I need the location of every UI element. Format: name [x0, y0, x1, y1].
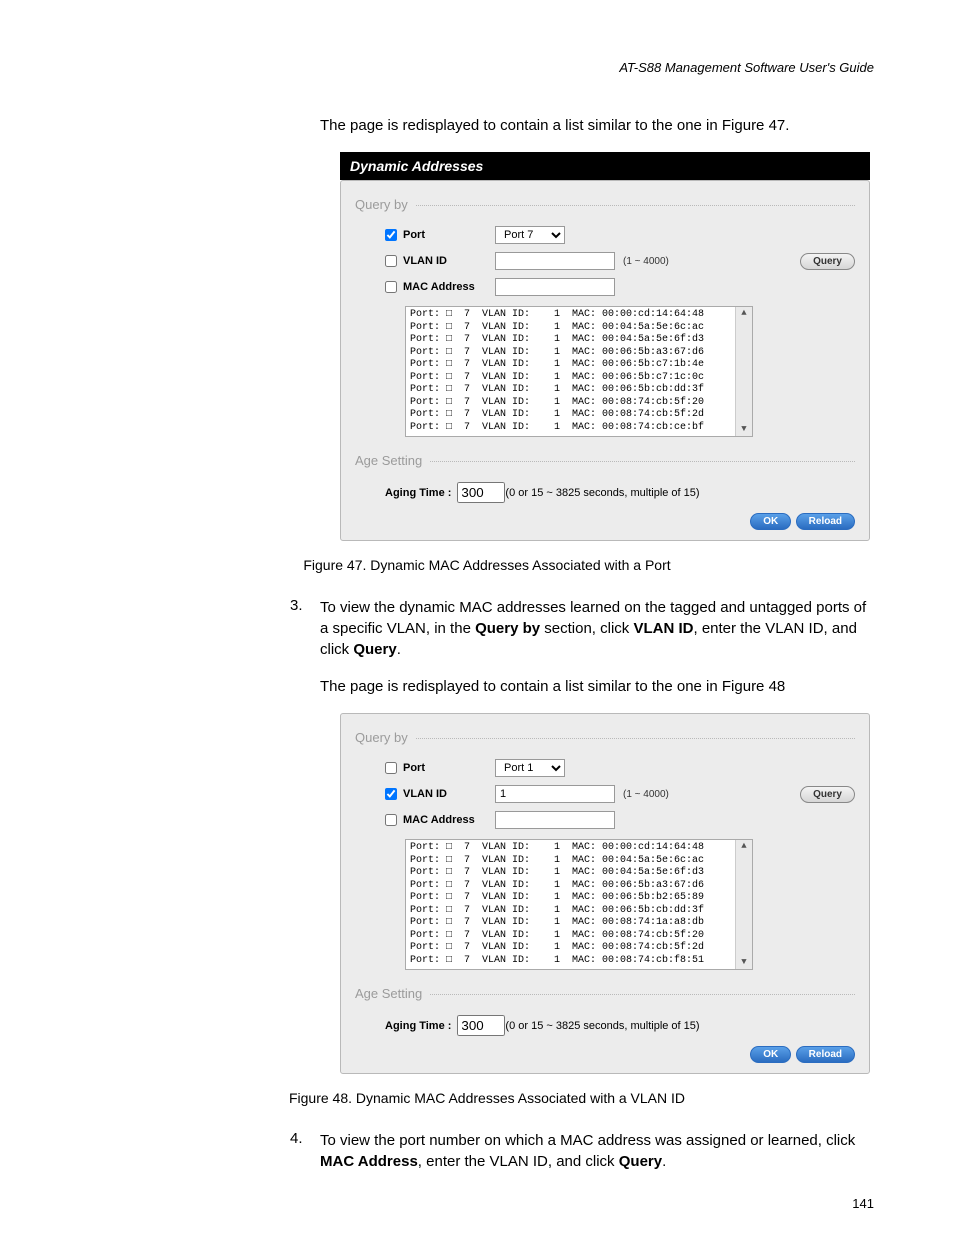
reload-button[interactable]: Reload [796, 1046, 855, 1063]
vlan-input[interactable] [495, 785, 615, 803]
scrollbar[interactable]: ▲ ▼ [735, 840, 752, 969]
document-header: AT-S88 Management Software User's Guide [100, 60, 874, 75]
vlan-label: VLAN ID [403, 255, 447, 267]
aging-range: (0 or 15 ~ 3825 seconds, multiple of 15) [505, 487, 699, 499]
figure-47-block: Dynamic Addresses Query by Port Port 7 V… [340, 152, 870, 541]
divider [430, 993, 855, 995]
step-4: 4. To view the port number on which a MA… [290, 1130, 874, 1172]
aging-time-input[interactable] [457, 1015, 505, 1036]
page-number: 141 [100, 1196, 874, 1211]
scroll-up-icon[interactable]: ▲ [741, 309, 746, 318]
mac-label: MAC Address [403, 281, 475, 293]
query-button[interactable]: Query [800, 253, 855, 270]
scroll-down-icon[interactable]: ▼ [741, 425, 746, 434]
vlan-label: VLAN ID [403, 788, 447, 800]
aging-time-input[interactable] [457, 482, 505, 503]
step-body: To view the port number on which a MAC a… [320, 1130, 874, 1172]
mac-address-list: Port: □ 7 VLAN ID: 1 MAC: 00:00:cd:14:64… [405, 306, 753, 437]
divider [416, 737, 855, 739]
port-checkbox[interactable] [385, 229, 397, 241]
port-label: Port [403, 762, 425, 774]
scroll-down-icon[interactable]: ▼ [741, 958, 746, 967]
mac-list-lines: Port: □ 7 VLAN ID: 1 MAC: 00:00:cd:14:64… [410, 309, 733, 434]
step-body: To view the dynamic MAC addresses learne… [320, 597, 874, 660]
ok-button[interactable]: OK [750, 513, 791, 530]
query-button[interactable]: Query [800, 786, 855, 803]
query-by-label: Query by [355, 197, 408, 212]
step-number: 4. [290, 1130, 320, 1172]
divider [430, 460, 855, 462]
intro-paragraph-1: The page is redisplayed to contain a lis… [320, 115, 874, 136]
port-select[interactable]: Port 1 [495, 759, 565, 777]
vlan-input[interactable] [495, 252, 615, 270]
query-by-label: Query by [355, 730, 408, 745]
reload-button[interactable]: Reload [796, 513, 855, 530]
mac-label: MAC Address [403, 814, 475, 826]
mac-input[interactable] [495, 811, 615, 829]
age-setting-label: Age Setting [355, 453, 422, 468]
mac-address-list: Port: □ 7 VLAN ID: 1 MAC: 00:00:cd:14:64… [405, 839, 753, 970]
divider [416, 204, 855, 206]
mac-input[interactable] [495, 278, 615, 296]
scroll-up-icon[interactable]: ▲ [741, 842, 746, 851]
intro-paragraph-2: The page is redisplayed to contain a lis… [320, 676, 874, 697]
vlan-range: (1 ~ 4000) [623, 789, 669, 800]
mac-checkbox[interactable] [385, 281, 397, 293]
mac-list-lines: Port: □ 7 VLAN ID: 1 MAC: 00:00:cd:14:64… [410, 842, 733, 967]
ok-button[interactable]: OK [750, 1046, 791, 1063]
port-label: Port [403, 229, 425, 241]
age-setting-label: Age Setting [355, 986, 422, 1001]
figure-47-title: Dynamic Addresses [340, 152, 870, 180]
figure-47-caption: Figure 47. Dynamic MAC Addresses Associa… [100, 557, 874, 573]
vlan-range: (1 ~ 4000) [623, 256, 669, 267]
mac-checkbox[interactable] [385, 814, 397, 826]
step-number: 3. [290, 597, 320, 660]
vlan-checkbox[interactable] [385, 788, 397, 800]
step-3: 3. To view the dynamic MAC addresses lea… [290, 597, 874, 660]
scrollbar[interactable]: ▲ ▼ [735, 307, 752, 436]
port-select[interactable]: Port 7 [495, 226, 565, 244]
figure-48-caption: Figure 48. Dynamic MAC Addresses Associa… [100, 1090, 874, 1106]
aging-time-label: Aging Time : [385, 1020, 451, 1032]
port-checkbox[interactable] [385, 762, 397, 774]
aging-time-label: Aging Time : [385, 487, 451, 499]
aging-range: (0 or 15 ~ 3825 seconds, multiple of 15) [505, 1020, 699, 1032]
vlan-checkbox[interactable] [385, 255, 397, 267]
figure-48-block: Query by Port Port 1 VLAN ID (1 ~ 4000 [340, 713, 870, 1074]
